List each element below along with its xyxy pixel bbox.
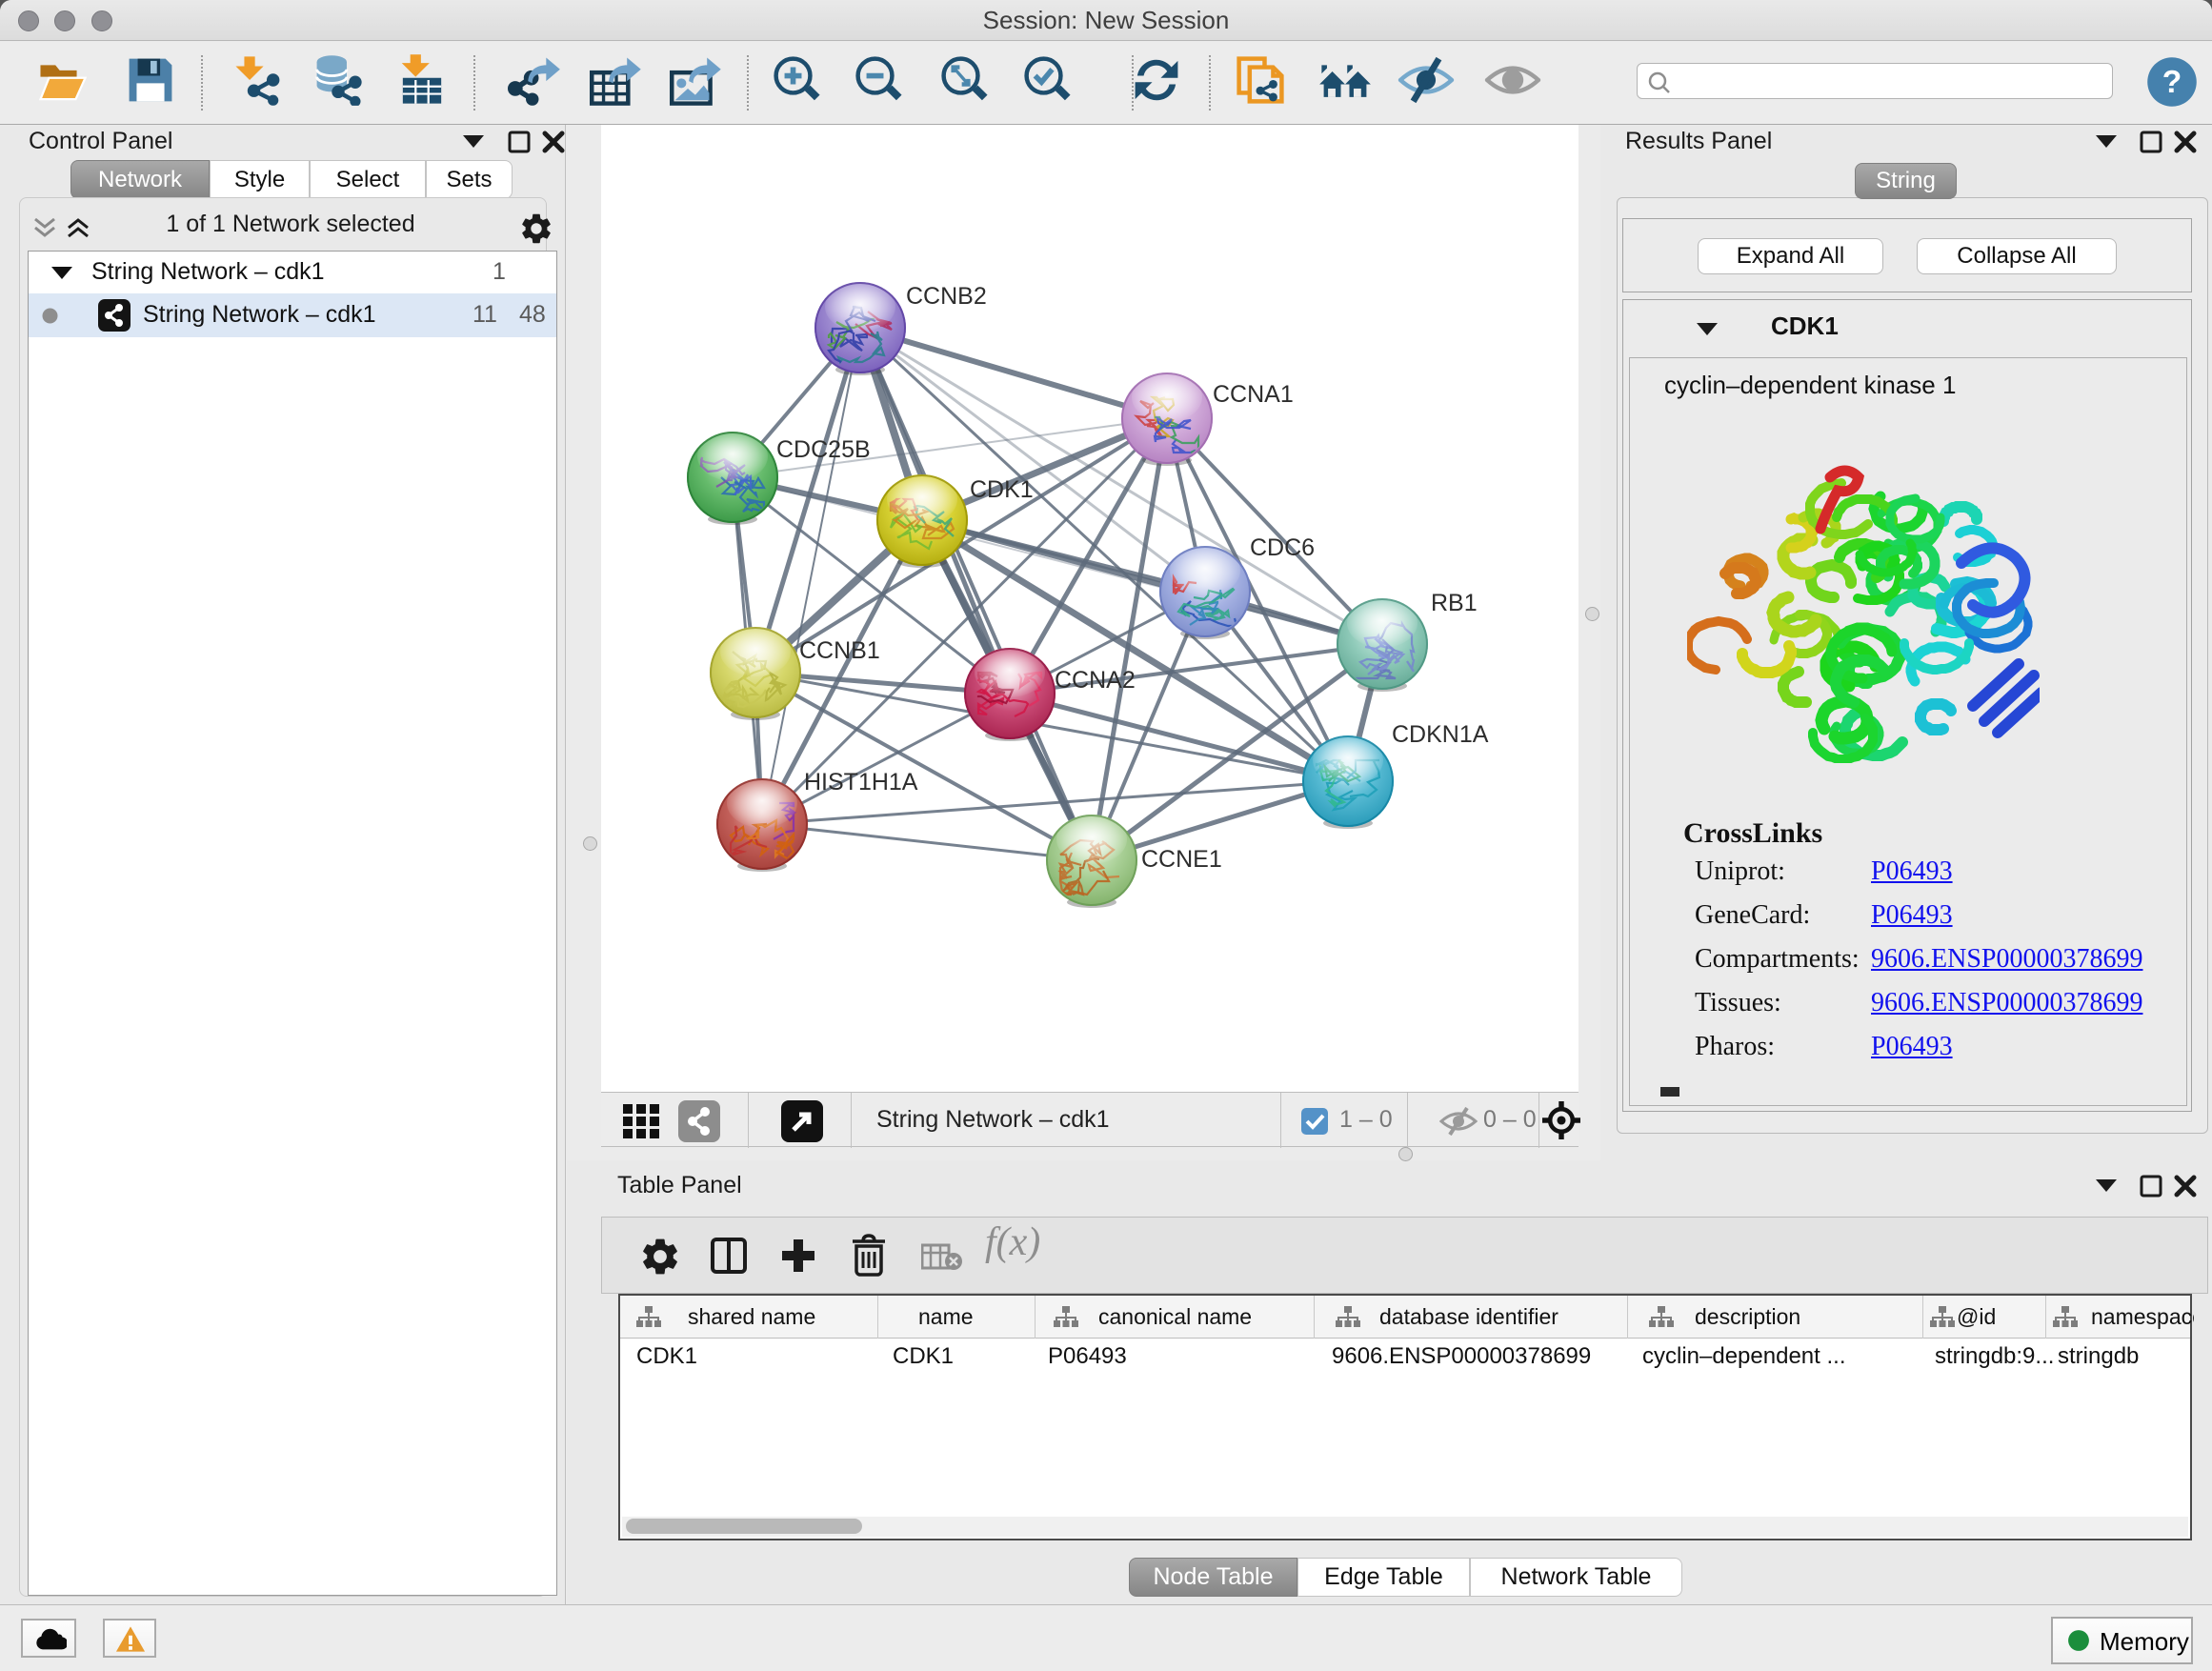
svg-text:CCNA2: CCNA2 xyxy=(1055,667,1136,694)
svg-text:HIST1H1A: HIST1H1A xyxy=(804,769,918,795)
svg-text:CDC25B: CDC25B xyxy=(776,436,871,463)
svg-text:CDK1: CDK1 xyxy=(970,476,1034,503)
svg-text:?: ? xyxy=(2162,65,2182,100)
svg-text:CDKN1A: CDKN1A xyxy=(1392,721,1489,748)
svg-text:CCNB2: CCNB2 xyxy=(906,283,987,310)
svg-text:CCNE1: CCNE1 xyxy=(1141,846,1222,873)
svg-text:CCNA1: CCNA1 xyxy=(1213,381,1294,408)
svg-text:CDC6: CDC6 xyxy=(1250,534,1315,561)
svg-text:RB1: RB1 xyxy=(1431,590,1478,616)
svg-text:CCNB1: CCNB1 xyxy=(799,637,880,664)
